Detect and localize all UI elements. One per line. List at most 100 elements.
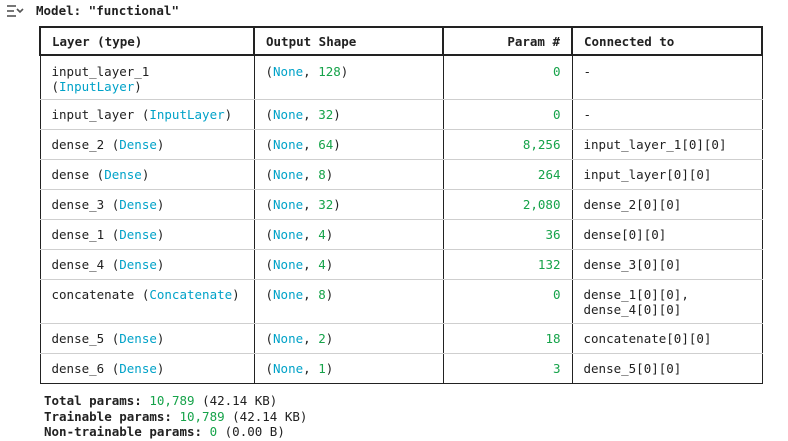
param-count: 0 bbox=[552, 106, 561, 122]
shape-dim: 4 bbox=[318, 256, 326, 272]
shape-dim: 32 bbox=[318, 106, 334, 122]
non-trainable-params-size: (0.00 B) bbox=[224, 424, 285, 439]
layer-type: Dense bbox=[119, 226, 157, 242]
param-count-cell: 2,080 bbox=[442, 189, 573, 220]
connected-to-entry: concatenate[0][0] bbox=[583, 330, 712, 346]
layer-cell: dense_1 (Dense) bbox=[39, 219, 255, 250]
param-count-cell: 8,256 bbox=[442, 129, 573, 160]
layer-name: input_layer bbox=[51, 106, 135, 122]
connected-to-entry: dense_2[0][0] bbox=[583, 196, 682, 212]
layer-cell: input_layer (InputLayer) bbox=[39, 99, 255, 130]
layer-cell: concatenate (Concatenate) bbox=[39, 279, 255, 324]
layer-type: Dense bbox=[119, 196, 157, 212]
layer-type: Dense bbox=[119, 256, 157, 272]
layer-cell: dense_3 (Dense) bbox=[39, 189, 255, 220]
shape-dim: 4 bbox=[318, 226, 326, 242]
table-row: dense_1 (Dense) (None, 4) 36 dense[0][0] bbox=[39, 219, 763, 250]
param-count-cell: 132 bbox=[442, 249, 573, 280]
layer-name: dense_4 bbox=[51, 256, 105, 272]
trainable-params-size: (42.14 KB) bbox=[232, 408, 308, 424]
non-trainable-params-value: 0 bbox=[209, 424, 218, 439]
output-shape-cell: (None, 32) bbox=[253, 189, 444, 220]
layer-name: dense_5 bbox=[51, 330, 105, 346]
shape-none: None bbox=[273, 330, 304, 346]
table-row: dense_3 (Dense) (None, 32) 2,080 dense_2[0]… bbox=[39, 189, 763, 220]
shape-dim: 2 bbox=[318, 330, 326, 346]
model-summary-table: Layer (type) Output Shape Param # Connec… bbox=[39, 26, 763, 384]
param-count-cell: 264 bbox=[442, 159, 573, 190]
params-summary: Total params: 10,789 (42.14 KB) Trainabl… bbox=[44, 393, 307, 440]
connected-to-cell: concatenate[0][0] bbox=[571, 323, 763, 354]
table-row: dense_4 (Dense) (None, 4) 132 dense_3[0][0] bbox=[39, 249, 763, 280]
shape-none: None bbox=[273, 226, 304, 242]
param-count: 3 bbox=[552, 360, 561, 376]
param-count-cell: 18 bbox=[442, 323, 573, 354]
param-count-cell: 0 bbox=[442, 99, 573, 130]
param-count: 18 bbox=[545, 330, 561, 346]
shape-dim: 1 bbox=[318, 360, 326, 376]
connected-to-entry: dense_1[0][0], bbox=[583, 286, 689, 302]
output-shape-cell: (None, 8) bbox=[253, 159, 444, 190]
output-shape-cell: (None, 32) bbox=[253, 99, 444, 130]
shape-none: None bbox=[273, 64, 304, 79]
non-trainable-params-label: Non-trainable params: bbox=[44, 424, 203, 439]
shape-dim: 64 bbox=[318, 136, 334, 152]
param-count-cell: 3 bbox=[442, 353, 573, 384]
shape-dim: 8 bbox=[318, 286, 326, 302]
table-row: dense_6 (Dense) (None, 1) 3 dense_5[0][0] bbox=[39, 353, 763, 384]
connected-to-entry: - bbox=[583, 64, 592, 79]
connected-to-entry: dense_3[0][0] bbox=[583, 256, 682, 272]
trainable-params-label: Trainable params: bbox=[44, 408, 172, 424]
output-shape-cell: (None, 64) bbox=[253, 129, 444, 160]
param-count-cell: 0 bbox=[442, 55, 573, 100]
table-header-row: Layer (type) Output Shape Param # Connec… bbox=[39, 26, 763, 56]
table-row: input_layer (InputLayer) (None, 32) 0 - bbox=[39, 99, 763, 130]
layer-cell: input_layer_1 (InputLayer) bbox=[39, 55, 255, 100]
layer-type: InputLayer bbox=[149, 106, 225, 122]
column-header-layer: Layer (type) bbox=[39, 26, 255, 56]
output-shape-cell: (None, 2) bbox=[253, 323, 444, 354]
output-shape-cell: (None, 4) bbox=[253, 249, 444, 280]
param-count: 8,256 bbox=[522, 136, 561, 152]
shape-none: None bbox=[273, 256, 304, 272]
total-params-line: Total params: 10,789 (42.14 KB) bbox=[44, 393, 307, 409]
connected-to-cell: dense_5[0][0] bbox=[571, 353, 763, 384]
layer-name: dense_1 bbox=[51, 226, 105, 242]
column-header-params: Param # bbox=[442, 26, 573, 56]
layer-cell: dense_4 (Dense) bbox=[39, 249, 255, 280]
param-count: 0 bbox=[552, 64, 561, 79]
shape-none: None bbox=[273, 196, 304, 212]
connected-to-entry: input_layer[0][0] bbox=[583, 166, 712, 182]
shape-none: None bbox=[273, 106, 304, 122]
param-count: 36 bbox=[545, 226, 561, 242]
param-count: 2,080 bbox=[522, 196, 561, 212]
total-params-size: (42.14 KB) bbox=[202, 393, 278, 408]
layer-name: dense_6 bbox=[51, 360, 105, 376]
layer-type: Dense bbox=[104, 166, 142, 182]
param-count: 264 bbox=[537, 166, 561, 182]
model-title: Model: "functional" bbox=[36, 3, 179, 18]
connected-to-cell: dense[0][0] bbox=[571, 219, 763, 250]
non-trainable-params-line: Non-trainable params: 0 (0.00 B) bbox=[44, 424, 307, 440]
connected-to-cell: - bbox=[571, 55, 763, 100]
output-expand-icon[interactable] bbox=[4, 2, 26, 22]
shape-dim: 8 bbox=[318, 166, 326, 182]
output-shape-cell: (None, 4) bbox=[253, 219, 444, 250]
layer-cell: dense (Dense) bbox=[39, 159, 255, 190]
table-row: dense_5 (Dense) (None, 2) 18 concatenate[0]… bbox=[39, 323, 763, 354]
layer-cell: dense_6 (Dense) bbox=[39, 353, 255, 384]
total-params-label: Total params: bbox=[44, 393, 142, 408]
trainable-params-line: Trainable params: 10,789 (42.14 KB) bbox=[44, 409, 307, 425]
output-shape-cell: (None, 128) bbox=[253, 55, 444, 100]
column-header-output-shape: Output Shape bbox=[253, 26, 444, 56]
shape-none: None bbox=[273, 286, 304, 302]
layer-type: Dense bbox=[119, 330, 157, 346]
layer-name: dense bbox=[51, 166, 90, 182]
param-count-cell: 0 bbox=[442, 279, 573, 324]
shape-none: None bbox=[273, 360, 304, 376]
layer-cell: dense_2 (Dense) bbox=[39, 129, 255, 160]
output-shape-cell: (None, 8) bbox=[253, 279, 444, 324]
total-params-value: 10,789 bbox=[149, 393, 195, 408]
trainable-params-value: 10,789 bbox=[179, 408, 225, 424]
connected-to-entry: - bbox=[583, 106, 592, 122]
